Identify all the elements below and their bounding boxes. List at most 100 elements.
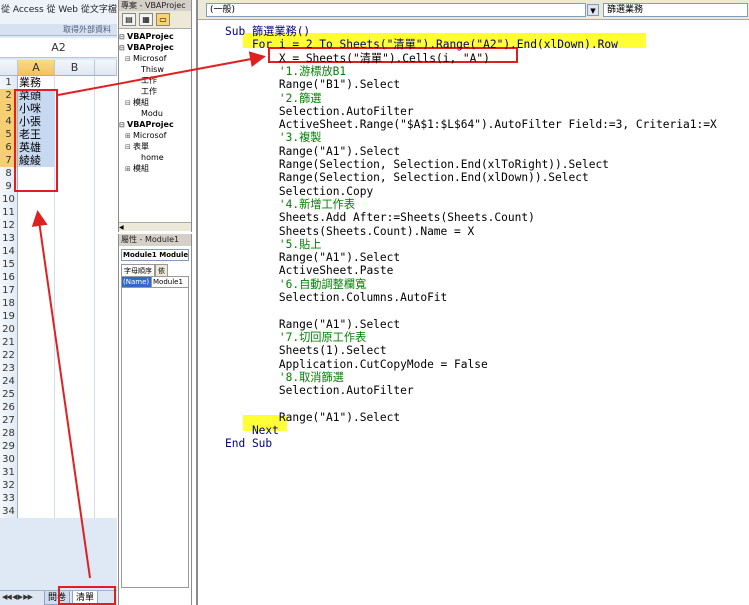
table-row[interactable]: 29 — [0, 440, 117, 453]
cell-a[interactable] — [18, 219, 55, 232]
cell-b[interactable] — [55, 414, 95, 427]
cell-c[interactable] — [95, 128, 117, 141]
row-header[interactable]: 16 — [0, 271, 18, 284]
row-header[interactable]: 30 — [0, 453, 18, 466]
tree-toggle-icon[interactable]: ⊟ — [125, 54, 133, 64]
tree-node[interactable]: 工作 — [119, 86, 191, 97]
cell-a[interactable] — [18, 388, 55, 401]
tree-toggle-icon[interactable]: ⊟ — [119, 43, 127, 53]
cell-a[interactable] — [18, 505, 55, 518]
cell-c[interactable] — [95, 414, 117, 427]
cell-b[interactable] — [55, 479, 95, 492]
cell-c[interactable] — [95, 336, 117, 349]
code-line[interactable]: Range("A1").Select — [225, 145, 400, 159]
cell-c[interactable] — [95, 193, 117, 206]
tab-categorized[interactable]: 依 — [155, 264, 168, 276]
cell-b[interactable] — [55, 466, 95, 479]
cell-b[interactable] — [55, 180, 95, 193]
table-row[interactable]: 11 — [0, 206, 117, 219]
tree-node[interactable]: ⊟ VBAProjec — [119, 42, 191, 53]
cell-b[interactable] — [55, 258, 95, 271]
table-row[interactable]: 22 — [0, 349, 117, 362]
row-header[interactable]: 1 — [0, 76, 18, 89]
table-row[interactable]: 25 — [0, 388, 117, 401]
cell-c[interactable] — [95, 89, 117, 102]
toggle-folders-icon[interactable]: ▭ — [156, 13, 170, 26]
cell-b[interactable] — [55, 453, 95, 466]
table-row[interactable]: 13 — [0, 232, 117, 245]
code-line[interactable]: ActiveSheet.Paste — [225, 264, 394, 278]
sheet-nav-arrows-icon[interactable]: ◀◀ ◀ ▶ ▶▶ — [2, 593, 33, 601]
row-header[interactable]: 27 — [0, 414, 18, 427]
cell-c[interactable] — [95, 167, 117, 180]
table-row[interactable]: 23 — [0, 362, 117, 375]
row-header[interactable]: 29 — [0, 440, 18, 453]
table-row[interactable]: 10 — [0, 193, 117, 206]
view-object-icon[interactable]: ▦ — [139, 13, 153, 26]
table-row[interactable]: 14 — [0, 245, 117, 258]
table-row[interactable]: 1 業務 — [0, 76, 117, 89]
row-header[interactable]: 14 — [0, 245, 18, 258]
table-row[interactable]: 24 — [0, 375, 117, 388]
tree-node[interactable]: ⊞ Microsof — [119, 130, 191, 141]
table-row[interactable]: 21 — [0, 336, 117, 349]
cell-b[interactable] — [55, 154, 95, 167]
property-name-value[interactable]: Module1 — [152, 277, 183, 287]
cell-c[interactable] — [95, 492, 117, 505]
code-line[interactable]: Selection.Copy — [225, 185, 373, 199]
column-header-b[interactable]: B — [55, 60, 95, 76]
row-header[interactable]: 34 — [0, 505, 18, 518]
cell-b[interactable] — [55, 401, 95, 414]
cell-c[interactable] — [95, 232, 117, 245]
cell-b[interactable] — [55, 505, 95, 518]
cell-c[interactable] — [95, 206, 117, 219]
code-line[interactable]: Range("B1").Select — [225, 78, 400, 92]
code-line[interactable]: ActiveSheet.Range("$A$1:$L$64").AutoFilt… — [225, 118, 717, 132]
cell-c[interactable] — [95, 427, 117, 440]
row-header[interactable]: 15 — [0, 258, 18, 271]
tree-toggle-icon[interactable]: ⊟ — [119, 32, 127, 42]
table-row[interactable]: 30 — [0, 453, 117, 466]
chevron-down-icon[interactable]: ▼ — [587, 4, 599, 16]
tree-toggle-icon[interactable]: ⊟ — [119, 120, 127, 130]
tree-node[interactable]: ⊟ VBAProjec — [119, 31, 191, 42]
cell-a[interactable]: 業務 — [18, 76, 55, 89]
code-line[interactable]: X = Sheets("清單").Cells(i, "A") — [225, 52, 490, 66]
table-row[interactable]: 28 — [0, 427, 117, 440]
table-row[interactable]: 12 — [0, 219, 117, 232]
cell-b[interactable] — [55, 89, 95, 102]
tree-node[interactable]: home — [119, 152, 191, 163]
tree-toggle-icon[interactable]: ⊟ — [125, 142, 133, 152]
cell-b[interactable] — [55, 271, 95, 284]
row-header[interactable]: 32 — [0, 479, 18, 492]
tree-node[interactable]: Modu — [119, 108, 191, 119]
code-line[interactable]: Range("A1").Select — [225, 411, 400, 425]
cell-a[interactable] — [18, 492, 55, 505]
cell-a[interactable] — [18, 258, 55, 271]
tree-toggle-icon[interactable]: ⊞ — [125, 164, 133, 174]
tree-node[interactable]: ⊟ 模組 — [119, 97, 191, 108]
cell-a[interactable] — [18, 245, 55, 258]
code-line[interactable]: '6.自動調整欄寬 — [225, 278, 366, 292]
tree-node[interactable]: Thisw — [119, 64, 191, 75]
project-horizontal-scrollbar[interactable]: ◀ — [119, 222, 191, 231]
row-header[interactable]: 33 — [0, 492, 18, 505]
code-line[interactable]: Selection.AutoFilter — [225, 384, 414, 398]
cell-a[interactable] — [18, 336, 55, 349]
cell-b[interactable] — [55, 310, 95, 323]
tree-toggle-icon[interactable]: ⊞ — [125, 131, 133, 141]
cell-b[interactable] — [55, 284, 95, 297]
cell-a[interactable] — [18, 427, 55, 440]
cell-a[interactable] — [18, 310, 55, 323]
row-header[interactable]: 18 — [0, 297, 18, 310]
table-row[interactable]: 33 — [0, 492, 117, 505]
cell-c[interactable] — [95, 258, 117, 271]
cell-b[interactable] — [55, 128, 95, 141]
row-header[interactable]: 23 — [0, 362, 18, 375]
cell-a[interactable] — [18, 440, 55, 453]
row-header[interactable]: 21 — [0, 336, 18, 349]
cell-c[interactable] — [95, 453, 117, 466]
code-line[interactable]: Sheets(Sheets.Count).Name = X — [225, 225, 474, 239]
cell-a[interactable] — [18, 466, 55, 479]
cell-c[interactable] — [95, 375, 117, 388]
